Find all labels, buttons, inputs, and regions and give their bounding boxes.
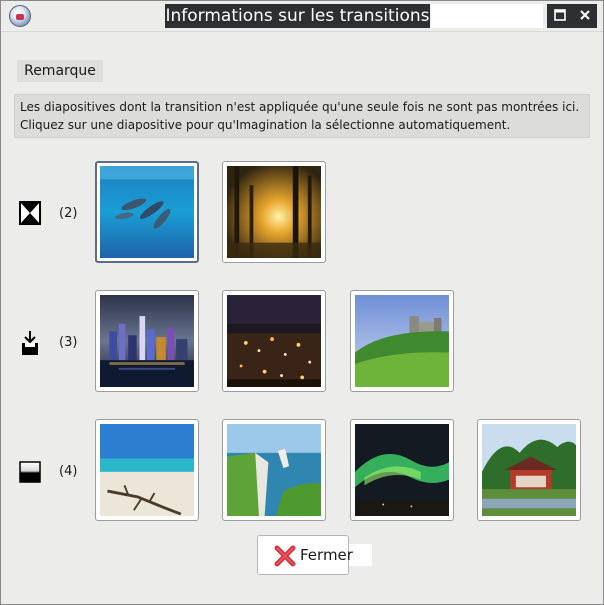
transition-count: (2)	[59, 206, 78, 221]
aurora-borealis-image	[355, 424, 449, 516]
window-title: Informations sur les transitions	[165, 4, 430, 28]
temple-mountains-image	[482, 424, 576, 516]
slide-thumbnail-temple[interactable]	[477, 419, 581, 521]
push-down-icon	[19, 330, 41, 356]
close-button[interactable]: Fermer	[257, 535, 353, 575]
maximize-icon[interactable]	[551, 7, 569, 25]
hourglass-icon	[19, 201, 41, 227]
remark-text: Les diapositives dont la transition n'es…	[14, 94, 590, 138]
slide-thumbnail-aurora[interactable]	[350, 419, 454, 521]
slide-thumbnail-castle[interactable]	[350, 290, 454, 392]
transition-info-window: Informations sur les transitions Remarqu…	[0, 0, 604, 605]
transition-count: (4)	[59, 464, 78, 479]
window-controls	[547, 4, 597, 28]
remark-heading: Remarque	[17, 60, 103, 82]
slide-thumbnail-city-night[interactable]	[222, 290, 326, 392]
transition-row-push: (3)	[1, 290, 604, 400]
remark-line-1: Les diapositives dont la transition n'es…	[20, 100, 580, 114]
close-button-label: Fermer	[300, 546, 353, 564]
hong-kong-skyline-image	[100, 295, 194, 387]
close-x-icon	[274, 545, 296, 567]
transition-row-hourglass: (2)	[1, 161, 604, 271]
slide-thumbnail-forest[interactable]	[222, 161, 326, 263]
title-bar-fill	[431, 4, 543, 28]
dolphins-underwater-image	[100, 166, 194, 258]
beach-driftwood-image	[100, 424, 194, 516]
slide-thumbnail-beach[interactable]	[95, 419, 199, 521]
slide-thumbnail-skyline[interactable]	[95, 290, 199, 392]
slide-thumbnail-cliffs[interactable]	[222, 419, 326, 521]
close-window-icon[interactable]	[576, 7, 594, 25]
etretat-cliffs-image	[227, 424, 321, 516]
castle-on-hill-image	[355, 295, 449, 387]
slide-thumbnail-dolphins[interactable]	[95, 161, 199, 263]
remark-line-2: Cliquez sur une diapositive pour qu'Imag…	[20, 118, 511, 132]
transition-count: (3)	[59, 335, 78, 350]
city-lights-night-image	[227, 295, 321, 387]
transition-row-wipe: (4)	[1, 419, 604, 529]
sunlit-forest-image	[227, 166, 321, 258]
title-bar[interactable]: Informations sur les transitions	[1, 1, 603, 32]
imagination-app-icon	[9, 5, 31, 27]
gradient-wipe-icon	[19, 461, 41, 487]
